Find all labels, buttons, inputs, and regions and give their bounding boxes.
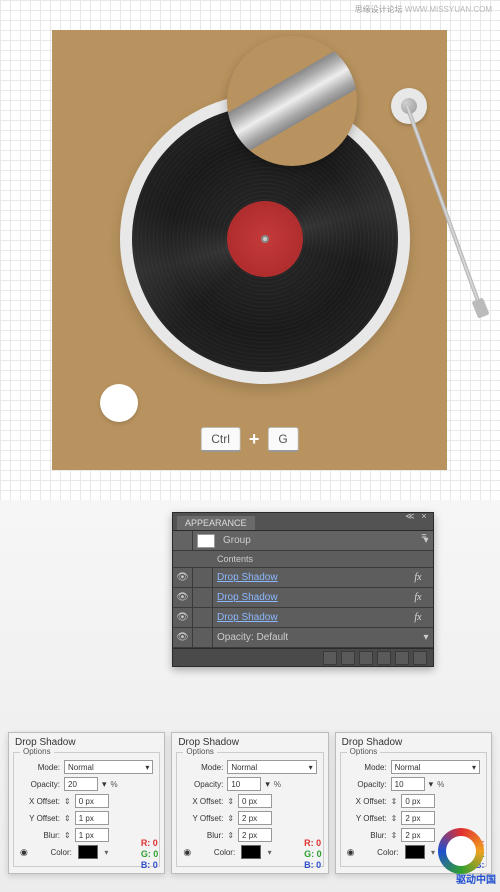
tonearm — [405, 105, 483, 311]
rgb-readout: R: 0G: 0B: 0 — [304, 838, 322, 871]
color-swatch[interactable] — [78, 845, 98, 859]
menu-icon[interactable]: ≡ — [419, 531, 429, 541]
eye-icon[interactable]: 👁 — [173, 568, 193, 587]
eye-icon[interactable]: 👁 — [173, 588, 193, 607]
drop-shadow-dialog-1: Drop Shadow Options Mode:Normal▾ Opacity… — [8, 732, 165, 874]
chevron-down-icon[interactable]: ▾ — [419, 632, 433, 643]
color-label: Color: — [32, 848, 72, 857]
close-icon[interactable]: × — [419, 511, 429, 521]
opacity-input[interactable]: 20 — [64, 777, 98, 791]
blur-input[interactable]: 2 px — [238, 828, 272, 842]
vinyl-spindle — [261, 235, 269, 243]
opacity-label: Opacity: — [217, 632, 254, 643]
chevron-down-icon[interactable]: ▾ — [102, 779, 107, 790]
fx-badge[interactable]: fx — [403, 612, 433, 623]
color-swatch[interactable] — [405, 845, 425, 859]
spacer — [193, 568, 213, 587]
panels-area: APPEARANCE ≪ × ≡ Group ▾ Contents 👁 Drop… — [0, 500, 500, 892]
mode-label: Mode: — [20, 763, 60, 772]
effect-row[interactable]: 👁 Drop Shadow fx — [173, 568, 433, 588]
keyboard-shortcut: Ctrl + G — [200, 427, 299, 452]
eye-icon[interactable]: 👁 — [173, 628, 193, 647]
new-icon[interactable] — [395, 651, 409, 665]
xoffset-input[interactable]: 0 px — [401, 794, 435, 808]
watermark: 思缘设计论坛 WWW.MISSYUAN.COM — [355, 4, 492, 15]
yoffset-input[interactable]: 2 px — [238, 811, 272, 825]
mode-select[interactable]: Normal▾ — [227, 760, 316, 774]
options-label: Options — [20, 747, 54, 756]
stepper-icon[interactable]: ⇕ — [64, 831, 71, 840]
rgb-readout: R: 0G: 0B: 0 — [141, 838, 159, 871]
opacity-label: Opacity: — [20, 780, 60, 789]
effect-row[interactable]: 👁 Drop Shadow fx — [173, 608, 433, 628]
stepper-icon[interactable]: ⇕ — [64, 797, 71, 806]
opacity-row[interactable]: 👁 Opacity: Default ▾ — [173, 628, 433, 648]
watermark-url: WWW.MISSYUAN.COM — [405, 5, 492, 14]
chevron-down-icon[interactable]: ▾ — [102, 848, 111, 857]
site-logo: 驱动中国 — [424, 828, 496, 886]
tab-appearance[interactable]: APPEARANCE — [177, 516, 255, 530]
panel-footer — [173, 648, 433, 666]
detail-callout — [227, 36, 357, 166]
footer-btn[interactable] — [323, 651, 337, 665]
xoffset-input[interactable]: 0 px — [75, 794, 109, 808]
group-thumbnail — [197, 534, 215, 548]
footer-btn[interactable] — [341, 651, 355, 665]
spacer — [193, 628, 213, 647]
tonearm-head — [472, 297, 490, 318]
footer-btn[interactable] — [377, 651, 391, 665]
yoffset-input[interactable]: 1 px — [75, 811, 109, 825]
mode-select[interactable]: Normal▾ — [64, 760, 153, 774]
key-ctrl: Ctrl — [200, 427, 241, 452]
fx-badge[interactable]: fx — [403, 592, 433, 603]
effect-link[interactable]: Drop Shadow — [217, 572, 278, 583]
eye-icon[interactable]: 👁 — [173, 608, 193, 627]
fx-badge[interactable]: fx — [403, 572, 433, 583]
spacer — [193, 588, 213, 607]
logo-text: 驱动中国 — [456, 871, 496, 886]
effect-row[interactable]: 👁 Drop Shadow fx — [173, 588, 433, 608]
yoffset-label: Y Offset: — [20, 814, 60, 823]
color-radio[interactable]: ◉ — [20, 847, 28, 858]
xoffset-input[interactable]: 0 px — [238, 794, 272, 808]
effect-link[interactable]: Drop Shadow — [217, 612, 278, 623]
panel-tabbar: APPEARANCE ≪ × — [173, 513, 433, 531]
chevron-down-icon: ▾ — [145, 763, 149, 772]
watermark-cn: 思缘设计论坛 — [355, 5, 403, 14]
vinyl-label — [227, 201, 303, 277]
canvas-area: 思缘设计论坛 WWW.MISSYUAN.COM Ctrl + G — [0, 0, 500, 500]
logo-icon — [438, 828, 484, 874]
callout-arm-closeup — [227, 36, 357, 162]
blur-input[interactable]: 1 px — [75, 828, 109, 842]
stepper-icon[interactable]: ⇕ — [64, 814, 71, 823]
xoffset-label: X Offset: — [20, 797, 60, 806]
control-knob — [100, 384, 138, 422]
spacer — [193, 608, 213, 627]
group-label: Group — [219, 535, 419, 546]
visibility-spacer — [173, 531, 193, 550]
trash-icon[interactable] — [413, 651, 427, 665]
opacity-input[interactable]: 10 — [391, 777, 425, 791]
key-g: G — [267, 427, 298, 452]
mode-select[interactable]: Normal▾ — [391, 760, 480, 774]
contents-label: Contents — [173, 551, 433, 568]
effect-link[interactable]: Drop Shadow — [217, 592, 278, 603]
opacity-value: Default — [256, 632, 288, 643]
artwork-turntable: Ctrl + G — [52, 30, 447, 470]
collapse-icon[interactable]: ≪ — [405, 511, 415, 521]
footer-btn[interactable] — [359, 651, 373, 665]
blur-label: Blur: — [20, 831, 60, 840]
appearance-group-row[interactable]: Group ▾ — [173, 531, 433, 551]
appearance-panel[interactable]: APPEARANCE ≪ × ≡ Group ▾ Contents 👁 Drop… — [172, 512, 434, 667]
options-label: Options — [347, 747, 381, 756]
plus-icon: + — [249, 429, 260, 450]
opacity-input[interactable]: 10 — [227, 777, 261, 791]
yoffset-input[interactable]: 2 px — [401, 811, 435, 825]
color-swatch[interactable] — [241, 845, 261, 859]
drop-shadow-dialog-2: Drop Shadow Options Mode:Normal▾ Opacity… — [171, 732, 328, 874]
options-label: Options — [183, 747, 217, 756]
